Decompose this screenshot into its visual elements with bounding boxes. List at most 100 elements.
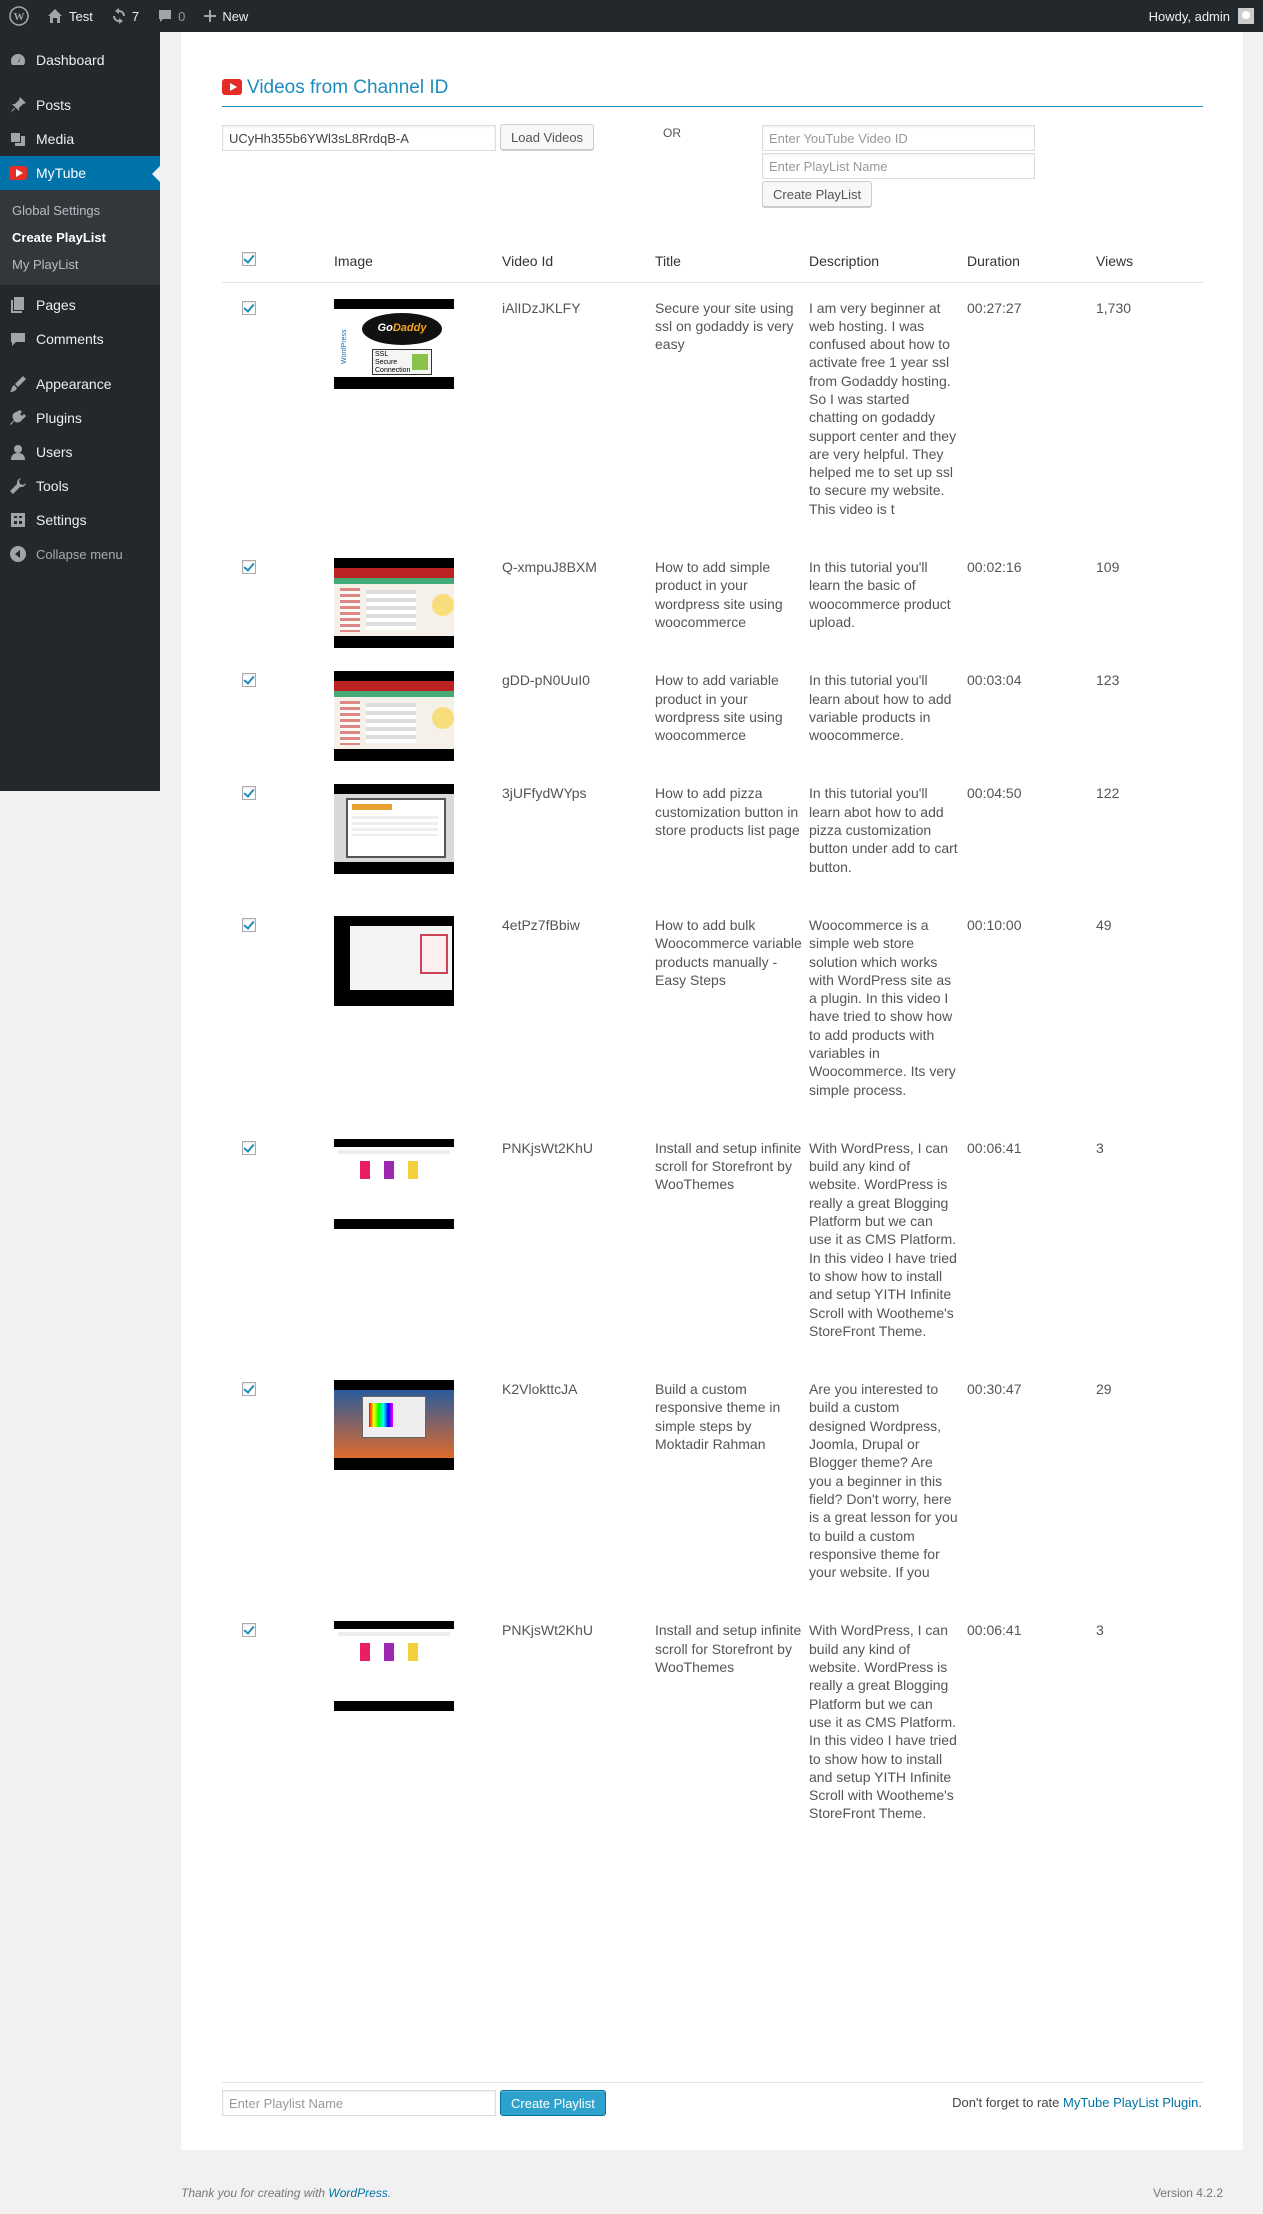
table-row: 4etPz7fBbiw How to add bulk Woocommerce v… [222,900,1203,1123]
description-cell: Woocommerce is a simple web store soluti… [809,900,967,1123]
video-id: PNKjsWt2KhU [502,1139,594,1156]
select-all-checkbox[interactable] [242,252,256,267]
new-content-link[interactable]: New [194,0,257,32]
video-title: Secure your site using ssl on godaddy is… [655,299,794,353]
video-thumbnail[interactable] [334,1380,454,1471]
row-checkbox[interactable] [242,673,256,688]
description-cell: Are you interested to build a custom des… [809,1364,967,1605]
video-views: 122 [1096,785,1120,802]
row-checkbox[interactable] [242,917,256,932]
menu-dashboard[interactable]: Dashboard [0,43,160,77]
video-thumbnail[interactable] [334,1621,454,1712]
video-title: How to add bulk Woocommerce variable pro… [655,916,802,988]
video-title: How to add simple product in your wordpr… [655,559,783,630]
row-checkbox[interactable] [242,300,256,315]
row-checkbox-cell [222,768,334,899]
wordpress-logo-icon[interactable]: W [0,0,38,32]
rate-plugin-link[interactable]: MyTube PlayList Plugin [1063,2095,1198,2110]
menu-users-label: Users [36,444,73,460]
menu-settings[interactable]: Settings [0,503,160,537]
row-checkbox[interactable] [242,786,256,801]
header-image: Image [334,240,502,283]
site-name-link[interactable]: Test [38,0,102,32]
create-playlist-bottom-button[interactable]: Create Playlist [500,2090,606,2116]
row-checkbox-cell [222,1123,334,1364]
video-duration: 00:10:00 [967,916,1022,933]
videos-table-body: WordPress Go Daddy SSL Secure Connection iAlI… [222,282,1203,1847]
video-id: 3jUFfydWYps [502,785,587,802]
videos-table: Image Video Id Title Description Duratio… [222,240,1203,1847]
howdy-label: Howdy, admin [1148,8,1230,24]
comments-link[interactable]: 0 [148,0,194,32]
title-cell: How to add pizza customization button in… [655,768,809,899]
row-checkbox[interactable] [242,1382,256,1397]
menu-posts[interactable]: Posts [0,88,160,122]
description-cell: In this tutorial you'll learn about how … [809,655,967,768]
video-thumbnail[interactable] [334,915,454,1006]
channel-id-input[interactable] [222,125,496,151]
my-account-link[interactable]: Howdy, admin [1140,0,1263,32]
video-duration: 00:03:04 [967,672,1022,689]
title-cell: How to add simple product in your wordpr… [655,542,809,655]
views-cell: 3 [1096,1123,1203,1364]
menu-appearance[interactable]: Appearance [0,367,160,401]
video-thumbnail[interactable]: WordPress Go Daddy SSL Secure Connection [334,298,454,389]
collapse-menu-label: Collapse menu [36,546,123,562]
thumbnail-cell [334,1123,502,1364]
video-views: 109 [1096,559,1120,576]
title-cell: Install and setup infinite scroll for St… [655,1605,809,1846]
menu-plugins[interactable]: Plugins [0,401,160,435]
footer-version: Version 4.2.2 [1152,2186,1223,2200]
avatar [1238,8,1254,24]
row-checkbox[interactable] [242,1623,256,1638]
thumbnail-cell [334,768,502,899]
video-title: How to add pizza customization button in… [655,785,800,839]
site-name-label: Test [69,8,93,24]
menu-settings-label: Settings [36,512,87,528]
menu-mytube[interactable]: MyTube [0,156,160,190]
rate-plugin-note: Don't forget to rate MyTube PlayList Plu… [952,2095,1202,2110]
submenu-global-settings[interactable]: Global Settings [0,197,160,224]
menu-tools-label: Tools [36,478,69,494]
video-title: Install and setup infinite scroll for St… [655,1139,802,1193]
video-id: gDD-pN0UuI0 [502,672,590,689]
row-checkbox[interactable] [242,1140,256,1155]
table-row: K2VlokttcJA Build a custom responsive the… [222,1364,1203,1605]
video-id: K2VlokttcJA [502,1381,578,1398]
playlist-name-bottom-input[interactable] [222,2090,496,2116]
submenu-my-playlist[interactable]: My PlayList [0,251,160,278]
comment-bubble-icon [159,10,172,22]
submenu-create-playlist[interactable]: Create PlayList [0,224,160,251]
video-thumbnail[interactable] [334,558,454,649]
duration-cell: 00:10:00 [967,900,1096,1123]
title-cell: How to add bulk Woocommerce variable pro… [655,900,809,1123]
wordpress-link[interactable]: WordPress [328,2186,387,2200]
media-icon [8,129,28,149]
menu-media[interactable]: Media [0,122,160,156]
row-checkbox[interactable] [242,560,256,575]
views-cell: 109 [1096,542,1203,655]
updates-link[interactable]: 7 [102,0,148,32]
thumbnail-cell [334,655,502,768]
menu-users[interactable]: Users [0,435,160,469]
youtube-video-id-input[interactable] [762,125,1035,151]
duration-cell: 00:27:27 [967,282,1096,542]
create-playlist-top-button[interactable]: Create PlayList [762,181,873,207]
video-thumbnail[interactable] [334,671,454,762]
menu-tools[interactable]: Tools [0,469,160,503]
menu-pages[interactable]: Pages [0,288,160,322]
pages-icon [8,295,28,315]
playlist-name-input[interactable] [762,153,1035,179]
menu-comments[interactable]: Comments [0,322,160,356]
header-views: Views [1096,240,1203,283]
rate-prefix: Don't forget to rate [952,2095,1064,2110]
collapse-menu-button[interactable]: Collapse menu [0,537,160,571]
video-description: In this tutorial you'll learn the basic … [809,559,951,630]
title-cell: Secure your site using ssl on godaddy is… [655,282,809,542]
table-row: WordPress Go Daddy SSL Secure Connection iAlI… [222,282,1203,542]
video-thumbnail[interactable] [334,1138,454,1229]
video-thumbnail[interactable] [334,784,454,875]
video-views: 29 [1096,1381,1112,1398]
load-videos-button[interactable]: Load Videos [500,124,595,150]
video-title: How to add variable product in your word… [655,672,783,744]
